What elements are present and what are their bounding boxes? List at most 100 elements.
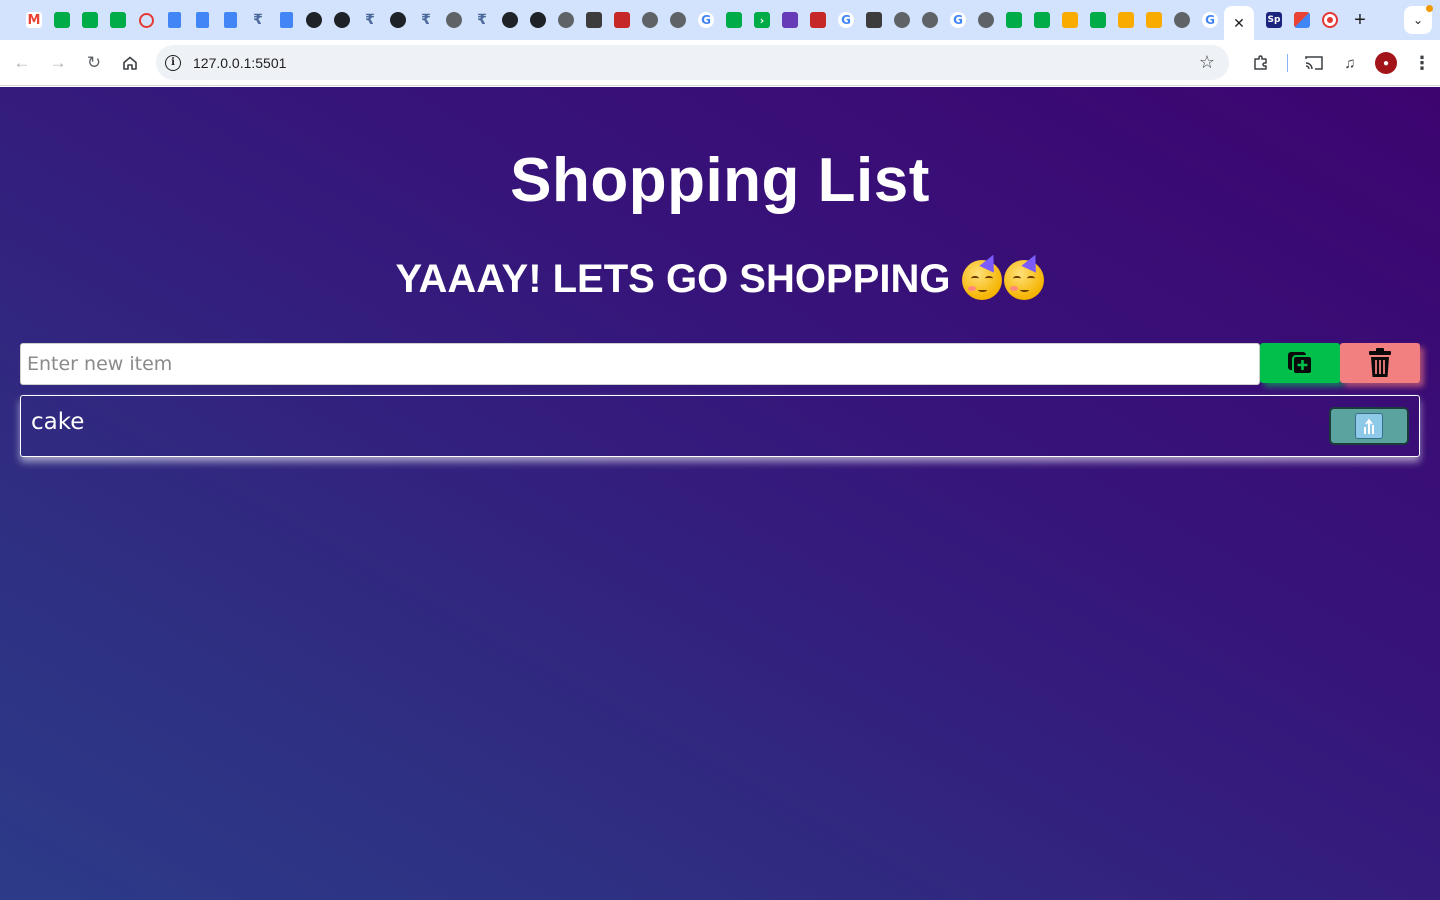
browser-tab[interactable] (1316, 0, 1344, 40)
add-item-button[interactable] (1260, 343, 1340, 383)
browser-tab[interactable] (1140, 0, 1168, 40)
browser-tab[interactable]: M (20, 0, 48, 40)
browser-tab[interactable] (776, 0, 804, 40)
purple-app-icon (782, 12, 798, 28)
browser-tab[interactable] (216, 0, 244, 40)
browser-tab[interactable] (608, 0, 636, 40)
new-tab-button[interactable]: + (1344, 0, 1376, 40)
toolbar-divider (1287, 54, 1288, 72)
google-meet-icon (1090, 12, 1106, 28)
browser-tab[interactable] (1000, 0, 1028, 40)
browser-tab[interactable] (1028, 0, 1056, 40)
github-icon (390, 12, 406, 28)
browser-tab[interactable] (804, 0, 832, 40)
browser-tab[interactable] (160, 0, 188, 40)
browser-tab[interactable] (132, 0, 160, 40)
github-icon (306, 12, 322, 28)
extensions-button[interactable] (1243, 45, 1279, 81)
browser-tab[interactable] (636, 0, 664, 40)
browser-tab[interactable]: G (692, 0, 720, 40)
browser-tab[interactable] (580, 0, 608, 40)
home-icon (123, 56, 137, 70)
arrow-right-icon: → (49, 52, 67, 72)
profile-button[interactable]: ● (1368, 45, 1404, 81)
google-icon: G (1202, 12, 1218, 28)
reload-button[interactable]: ↻ (76, 45, 112, 81)
browser-tab[interactable]: ₹ (468, 0, 496, 40)
browser-tab[interactable] (1084, 0, 1112, 40)
browser-tab[interactable] (104, 0, 132, 40)
browser-tab[interactable] (1112, 0, 1140, 40)
right-tabs: Sp (1254, 0, 1344, 40)
partying-face-emoji-icon (1004, 250, 1045, 300)
browser-tab[interactable] (972, 0, 1000, 40)
clear-list-button[interactable] (1340, 343, 1420, 383)
notification-dot (1426, 5, 1433, 12)
red-app-icon (614, 12, 630, 28)
multicolor-app-icon (1294, 12, 1310, 28)
browser-tab[interactable] (720, 0, 748, 40)
browser-tab[interactable]: › (748, 0, 776, 40)
dark-app-icon (866, 12, 882, 28)
browser-tab[interactable]: ₹ (412, 0, 440, 40)
google-meet-icon (82, 12, 98, 28)
app-page: Shopping List YAAAY! LETS GO SHOPPING En… (0, 87, 1440, 900)
google-meet-icon (1006, 12, 1022, 28)
browser-tab[interactable] (328, 0, 356, 40)
google-meet-icon (54, 12, 70, 28)
globe-icon (978, 12, 994, 28)
browser-tab[interactable] (888, 0, 916, 40)
browser-tab[interactable] (1168, 0, 1196, 40)
tab-search-button[interactable]: ⌄ (1404, 5, 1433, 34)
add-copy-icon (1288, 352, 1313, 375)
bookmark-star-icon[interactable]: ☆ (1199, 52, 1215, 73)
google-meet-icon (110, 12, 126, 28)
gmail-icon: M (26, 12, 42, 28)
browser-tab[interactable] (916, 0, 944, 40)
browser-tab[interactable] (76, 0, 104, 40)
cast-icon (1305, 56, 1323, 70)
toolbar-actions: ♫ ● ⋮ (1243, 45, 1440, 81)
browser-tab[interactable] (440, 0, 468, 40)
google-docs-icon (167, 12, 181, 28)
list-item: cake (20, 395, 1420, 457)
address-bar[interactable]: i 127.0.0.1:5501 ☆ (156, 45, 1229, 80)
browser-tab[interactable] (552, 0, 580, 40)
page-title: Shopping List (510, 146, 930, 215)
active-tab-close-button[interactable]: ✕ (1224, 6, 1254, 40)
add-item-row (20, 343, 1422, 385)
remove-item-icon (1355, 413, 1383, 439)
cast-button[interactable] (1296, 45, 1332, 81)
browser-tab[interactable] (272, 0, 300, 40)
remove-item-button[interactable] (1329, 407, 1409, 445)
browser-tab[interactable]: G (1196, 0, 1224, 40)
back-button[interactable]: ← (4, 45, 40, 81)
browser-tab[interactable] (1288, 0, 1316, 40)
browser-tab[interactable] (384, 0, 412, 40)
browser-tab[interactable] (860, 0, 888, 40)
forward-button[interactable]: → (40, 45, 76, 81)
github-icon (502, 12, 518, 28)
browser-tab[interactable] (664, 0, 692, 40)
globe-icon (558, 12, 574, 28)
browser-tab[interactable] (1056, 0, 1084, 40)
browser-tab[interactable] (300, 0, 328, 40)
media-controls-button[interactable]: ♫ (1332, 45, 1368, 81)
browser-tab[interactable]: G (832, 0, 860, 40)
site-info-icon[interactable]: i (165, 54, 181, 71)
browser-tab[interactable]: ₹ (244, 0, 272, 40)
browser-tab[interactable] (188, 0, 216, 40)
browser-tab[interactable] (524, 0, 552, 40)
new-item-input[interactable] (20, 343, 1260, 385)
globe-icon (670, 12, 686, 28)
browser-tab[interactable]: G (944, 0, 972, 40)
pinned-tabs: M ₹ ₹ ₹ ₹ G › G G G (0, 0, 1224, 40)
rupee-icon: ₹ (365, 12, 375, 28)
browser-tab[interactable]: Sp (1260, 0, 1288, 40)
home-button[interactable] (112, 45, 148, 81)
browser-menu-button[interactable]: ⋮ (1404, 45, 1440, 81)
browser-tab[interactable]: ₹ (356, 0, 384, 40)
yellow-app-icon (1118, 12, 1134, 28)
browser-tab[interactable] (496, 0, 524, 40)
browser-tab[interactable] (48, 0, 76, 40)
